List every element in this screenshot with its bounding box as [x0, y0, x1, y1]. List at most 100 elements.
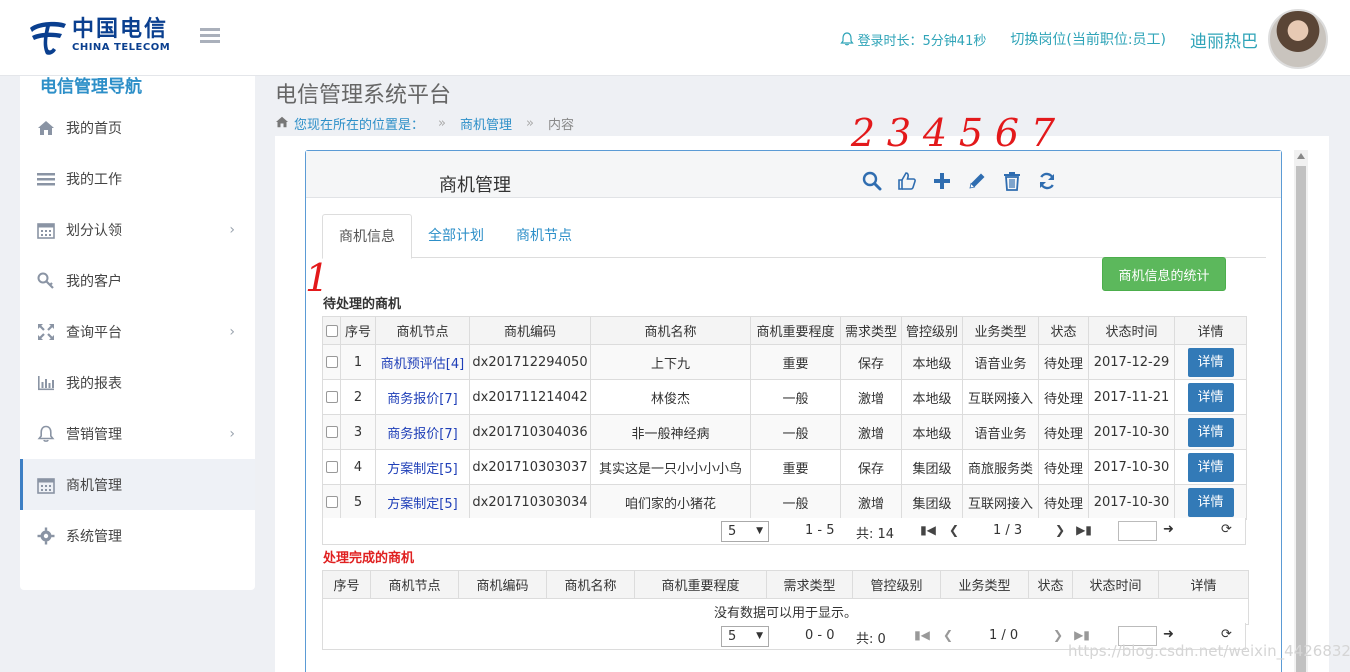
column-header: 商机编码: [458, 570, 547, 599]
tab-opportunity-info[interactable]: 商机信息: [322, 214, 412, 259]
prev-page-icon[interactable]: ❮: [947, 521, 961, 539]
add-button[interactable]: [924, 169, 959, 193]
next-page-icon[interactable]: ❯: [1051, 626, 1065, 644]
pending-pager: 5 ▼ 1 - 5 共: 14 ▮◀ ❮ 1 / 3 ❯ ▶▮ ➜ ⟳: [322, 518, 1246, 545]
cell-node-link[interactable]: 商务报价[7]: [387, 427, 457, 442]
cell-demand: 激增: [840, 414, 902, 450]
record-range: 1 - 5: [805, 523, 835, 538]
breadcrumb-link-opportunity[interactable]: 商机管理: [460, 114, 512, 133]
tab-all-plans[interactable]: 全部计划: [412, 214, 500, 258]
statistics-button[interactable]: 商机信息的统计: [1102, 257, 1226, 291]
cell-node-link[interactable]: 商机预评估[4]: [381, 357, 464, 372]
sidebar-item-claim[interactable]: 划分认领 ›: [20, 204, 255, 255]
avatar[interactable]: [1268, 9, 1328, 69]
sidebar-item-system[interactable]: 系统管理: [20, 510, 255, 561]
detail-button[interactable]: 详情: [1187, 452, 1234, 482]
trash-icon: [1003, 172, 1020, 191]
search-icon: [862, 171, 881, 191]
username[interactable]: 迪丽热巴: [1190, 27, 1258, 52]
sidebar-item-home[interactable]: 我的首页: [20, 102, 255, 153]
cell-node-link[interactable]: 商务报价[7]: [387, 392, 457, 407]
panel-toolbar: [854, 169, 1064, 193]
cell-name: 林俊杰: [590, 379, 751, 415]
detail-button[interactable]: 详情: [1187, 382, 1234, 412]
bar-chart-icon: [36, 374, 56, 392]
row-checkbox[interactable]: [325, 426, 338, 438]
tab-opportunity-nodes[interactable]: 商机节点: [500, 214, 588, 258]
thumbs-up-icon: [897, 172, 916, 190]
breadcrumb-current: 内容: [547, 118, 574, 133]
sidebar-item-label: 我的客户: [66, 273, 122, 290]
cell-node-link[interactable]: 方案制定[5]: [387, 462, 457, 477]
refresh-button[interactable]: [1029, 169, 1064, 193]
last-page-icon[interactable]: ▶▮: [1076, 521, 1092, 539]
column-header: 商机重要程度: [750, 316, 841, 345]
sidebar-item-label: 系统管理: [66, 528, 122, 545]
scrollbar-thumb[interactable]: [1296, 166, 1306, 672]
cell-demand: 激增: [840, 379, 902, 415]
cell-importance: 一般: [750, 484, 841, 520]
row-checkbox[interactable]: [325, 391, 338, 403]
detail-button[interactable]: 详情: [1187, 417, 1234, 447]
cell-control: 集团级: [901, 484, 963, 520]
switch-role-link[interactable]: 切换岗位(当前职位:员工): [1010, 29, 1166, 49]
select-all-cell[interactable]: [322, 316, 341, 345]
prev-page-icon[interactable]: ❮: [941, 626, 955, 644]
next-page-icon[interactable]: ❯: [1053, 521, 1067, 539]
page-size-value: 5: [728, 524, 737, 539]
sidebar-item-opportunity[interactable]: 商机管理: [20, 459, 255, 510]
plus-icon: [933, 173, 950, 189]
column-header: 管控级别: [852, 570, 941, 599]
record-total: 共: 14: [856, 527, 895, 542]
sidebar-item-customers[interactable]: 我的客户: [20, 255, 255, 306]
first-page-icon[interactable]: ▮◀: [914, 626, 930, 644]
go-arrow-icon[interactable]: ➜: [1163, 522, 1174, 537]
refresh-icon[interactable]: ⟳: [1221, 522, 1232, 537]
cell-demand: 保存: [840, 449, 902, 485]
column-header: 序号: [322, 570, 371, 599]
sidebar-item-marketing[interactable]: 营销管理 ›: [20, 408, 255, 459]
done-section-title: 处理完成的商机: [323, 551, 415, 566]
pending-table: 序号 商机节点 商机编码 商机名称 商机重要程度 需求类型 管控级别 业务类型 …: [322, 316, 1247, 520]
cell-importance: 重要: [750, 344, 841, 380]
cell-control: 本地级: [901, 414, 963, 450]
jump-page-input[interactable]: [1118, 521, 1157, 541]
detail-button[interactable]: 详情: [1187, 347, 1234, 377]
scroll-up-icon[interactable]: [1297, 153, 1305, 159]
row-checkbox[interactable]: [325, 461, 338, 473]
breadcrumb: 您现在所在的位置是： » 商机管理 » 内容: [275, 114, 574, 133]
sidebar-item-work[interactable]: 我的工作: [20, 153, 255, 204]
thumbs-up-button[interactable]: [889, 169, 924, 193]
annotation-mark: 4: [922, 111, 948, 155]
row-checkbox[interactable]: [325, 356, 338, 368]
go-arrow-icon[interactable]: ➜: [1163, 627, 1174, 642]
sidebar-item-label: 商机管理: [66, 477, 122, 494]
annotation-mark: 3: [886, 111, 912, 155]
sidebar-item-query[interactable]: 查询平台 ›: [20, 306, 255, 357]
detail-button[interactable]: 详情: [1187, 487, 1234, 517]
login-duration: 登录时长： 5分钟41秒: [839, 30, 986, 49]
delete-button[interactable]: [994, 169, 1029, 193]
empty-row: 没有数据可以用于显示。: [322, 598, 1249, 625]
cell-status: 待处理: [1038, 379, 1089, 415]
column-header: 需求类型: [766, 570, 853, 599]
row-checkbox[interactable]: [325, 496, 338, 508]
refresh-icon[interactable]: ⟳: [1221, 627, 1232, 642]
cell-no: 3: [340, 414, 376, 450]
cell-importance: 重要: [750, 449, 841, 485]
menu-toggle-icon[interactable]: [200, 28, 220, 46]
edit-button[interactable]: [959, 169, 994, 193]
cell-node-link[interactable]: 方案制定[5]: [387, 497, 457, 512]
sidebar-item-reports[interactable]: 我的报表: [20, 357, 255, 408]
china-telecom-logo[interactable]: 中国电信 CHINA TELECOM: [26, 14, 170, 58]
page-size-select[interactable]: 5 ▼: [721, 626, 769, 647]
select-all-checkbox[interactable]: [325, 324, 338, 337]
page-size-value: 5: [728, 629, 737, 644]
column-header: 商机名称: [590, 316, 751, 345]
vertical-scrollbar[interactable]: [1294, 150, 1308, 672]
page-size-select[interactable]: 5 ▼: [721, 521, 769, 542]
search-button[interactable]: [854, 169, 889, 193]
first-page-icon[interactable]: ▮◀: [920, 521, 936, 539]
watermark-text: https://blog.csdn.net/weixin_44268320: [1068, 642, 1350, 660]
panel-title: 商机管理: [439, 175, 511, 196]
